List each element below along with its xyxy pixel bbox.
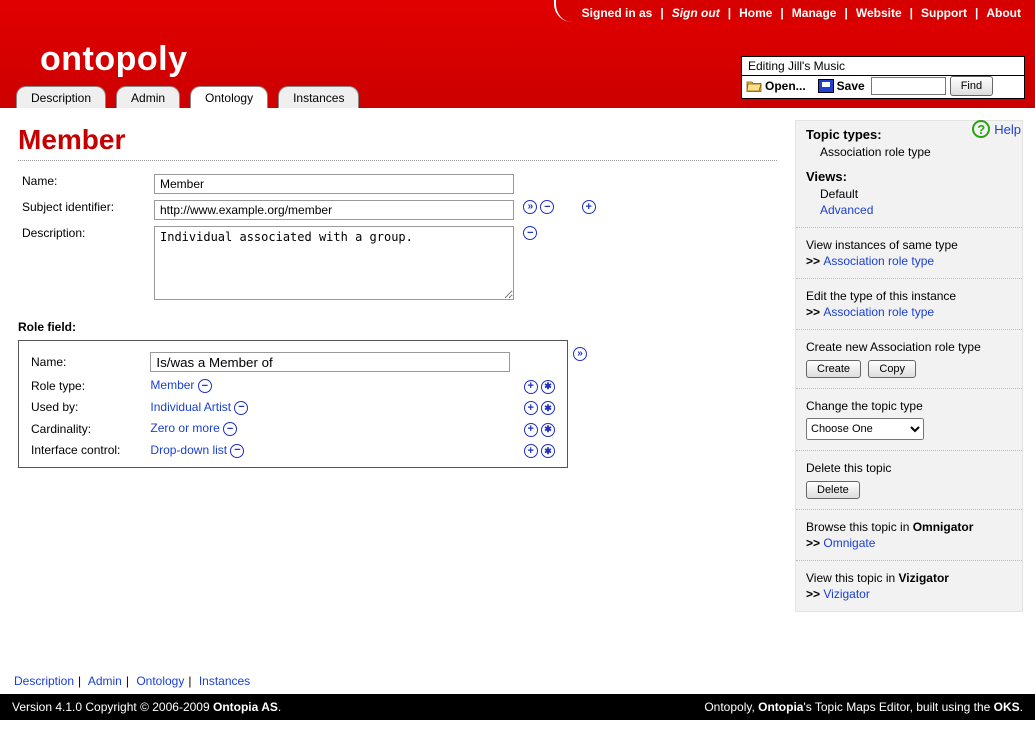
rf-usedby-star-icon[interactable] xyxy=(541,401,555,415)
rf-cardinality-link[interactable]: Zero or more xyxy=(150,421,219,435)
nav-manage[interactable]: Manage xyxy=(792,6,837,20)
signed-in-label: Signed in as xyxy=(582,6,653,20)
footer-right: Ontopoly, Ontopia's Topic Maps Editor, b… xyxy=(704,700,1023,714)
sb-changetype-heading: Change the topic type xyxy=(806,399,1012,413)
bl-description[interactable]: Description xyxy=(14,674,74,688)
sb-omnigator-heading: Browse this topic in Omnigator xyxy=(806,520,1012,534)
subject-id-field[interactable] xyxy=(154,200,514,220)
rf-usedby-add-icon[interactable] xyxy=(524,401,538,415)
sb-delete-heading: Delete this topic xyxy=(806,461,1012,475)
sidebar: Topic types: Association role type Views… xyxy=(795,112,1035,668)
rf-name-field[interactable] xyxy=(150,352,510,372)
rf-cardinality-remove-icon[interactable] xyxy=(223,422,237,436)
rf-roletype-label: Role type: xyxy=(29,375,148,397)
rf-cardinality-label: Cardinality: xyxy=(29,418,148,440)
rf-interface-star-icon[interactable] xyxy=(541,444,555,458)
page-title: Member xyxy=(18,124,777,156)
role-field-title: Role field: xyxy=(18,320,777,334)
topbar: Signed in as | Sign out | Home | Manage … xyxy=(554,0,1035,22)
sb-omnigator-link[interactable]: Omnigate xyxy=(823,536,875,550)
sb-topictypes-value: Association role type xyxy=(806,145,1012,159)
change-type-select[interactable]: Choose One xyxy=(806,418,924,440)
delete-button[interactable]: Delete xyxy=(806,481,860,499)
editing-box: Editing Jill's Music Open... Save Find xyxy=(741,56,1025,99)
description-label: Description: xyxy=(18,223,150,306)
sb-edittype-link[interactable]: Association role type xyxy=(823,305,934,319)
help-label[interactable]: Help xyxy=(994,122,1021,137)
sb-edittype-heading: Edit the type of this instance xyxy=(806,289,1012,303)
sb-vizigator-link[interactable]: Vizigator xyxy=(823,587,869,601)
tab-instances[interactable]: Instances xyxy=(278,86,359,108)
rf-cardinality-add-icon[interactable] xyxy=(524,423,538,437)
sb-views-heading: Views: xyxy=(806,169,1012,184)
rf-interface-label: Interface control: xyxy=(29,440,148,462)
description-field[interactable] xyxy=(154,226,514,300)
rf-roletype-star-icon[interactable] xyxy=(541,380,555,394)
footer-left: Version 4.1.0 Copyright © 2006-2009 Onto… xyxy=(12,700,281,714)
nav-support[interactable]: Support xyxy=(921,6,967,20)
subject-id-label: Subject identifier: xyxy=(18,197,150,223)
remove-icon[interactable] xyxy=(540,200,554,214)
rf-roletype-link[interactable]: Member xyxy=(150,378,194,392)
bl-ontology[interactable]: Ontology xyxy=(136,674,184,688)
sb-viewinstances-heading: View instances of same type xyxy=(806,238,1012,252)
name-field[interactable] xyxy=(154,174,514,194)
footer: Version 4.1.0 Copyright © 2006-2009 Onto… xyxy=(0,694,1035,720)
open-button[interactable]: Open... xyxy=(765,79,806,93)
brand-logo: ontopoly xyxy=(40,40,188,79)
rf-cardinality-star-icon[interactable] xyxy=(541,423,555,437)
find-button[interactable]: Find xyxy=(950,76,993,96)
rf-roletype-add-icon[interactable] xyxy=(524,380,538,394)
rf-interface-remove-icon[interactable] xyxy=(230,444,244,458)
sb-vizigator-heading: View this topic in Vizigator xyxy=(806,571,1012,585)
nav-about[interactable]: About xyxy=(986,6,1021,20)
bl-admin[interactable]: Admin xyxy=(88,674,122,688)
role-field-box: Name: Role type: Member Use xyxy=(18,340,568,468)
rf-usedby-remove-icon[interactable] xyxy=(234,401,248,415)
add-icon[interactable] xyxy=(582,200,596,214)
editing-title: Editing Jill's Music xyxy=(742,57,1024,76)
rf-roletype-remove-icon[interactable] xyxy=(198,379,212,393)
save-button[interactable]: Save xyxy=(837,79,865,93)
find-input[interactable] xyxy=(871,77,946,95)
rf-usedby-link[interactable]: Individual Artist xyxy=(150,400,231,414)
sb-viewinstances-link[interactable]: Association role type xyxy=(823,254,934,268)
remove-description-icon[interactable] xyxy=(523,226,537,240)
folder-open-icon xyxy=(746,79,762,93)
nav-website[interactable]: Website xyxy=(856,6,902,20)
goto-icon[interactable] xyxy=(523,200,537,214)
main-form: Name: Subject identifier: xyxy=(18,171,777,306)
save-icon xyxy=(818,79,834,93)
rf-name-label: Name: xyxy=(29,349,148,375)
tabs: Description Admin Ontology Instances xyxy=(16,86,359,108)
role-box-goto-icon[interactable] xyxy=(573,347,587,361)
sb-createnew-heading: Create new Association role type xyxy=(806,340,1012,354)
bottom-links: Description| Admin| Ontology| Instances xyxy=(0,668,1035,694)
help-link[interactable]: ? Help xyxy=(972,120,1021,138)
rf-usedby-label: Used by: xyxy=(29,397,148,419)
sb-view-default: Default xyxy=(806,187,1012,201)
nav-home[interactable]: Home xyxy=(739,6,772,20)
bl-instances[interactable]: Instances xyxy=(199,674,250,688)
name-label: Name: xyxy=(18,171,150,197)
tab-admin[interactable]: Admin xyxy=(116,86,180,108)
help-icon: ? xyxy=(972,120,990,138)
sign-out-link[interactable]: Sign out xyxy=(672,6,720,20)
copy-button[interactable]: Copy xyxy=(868,360,916,378)
sb-view-advanced[interactable]: Advanced xyxy=(820,203,873,217)
header: Signed in as | Sign out | Home | Manage … xyxy=(0,0,1035,108)
rf-interface-link[interactable]: Drop-down list xyxy=(150,443,227,457)
create-button[interactable]: Create xyxy=(806,360,861,378)
rf-interface-add-icon[interactable] xyxy=(524,444,538,458)
tab-ontology[interactable]: Ontology xyxy=(190,86,268,108)
tab-description[interactable]: Description xyxy=(16,86,106,108)
